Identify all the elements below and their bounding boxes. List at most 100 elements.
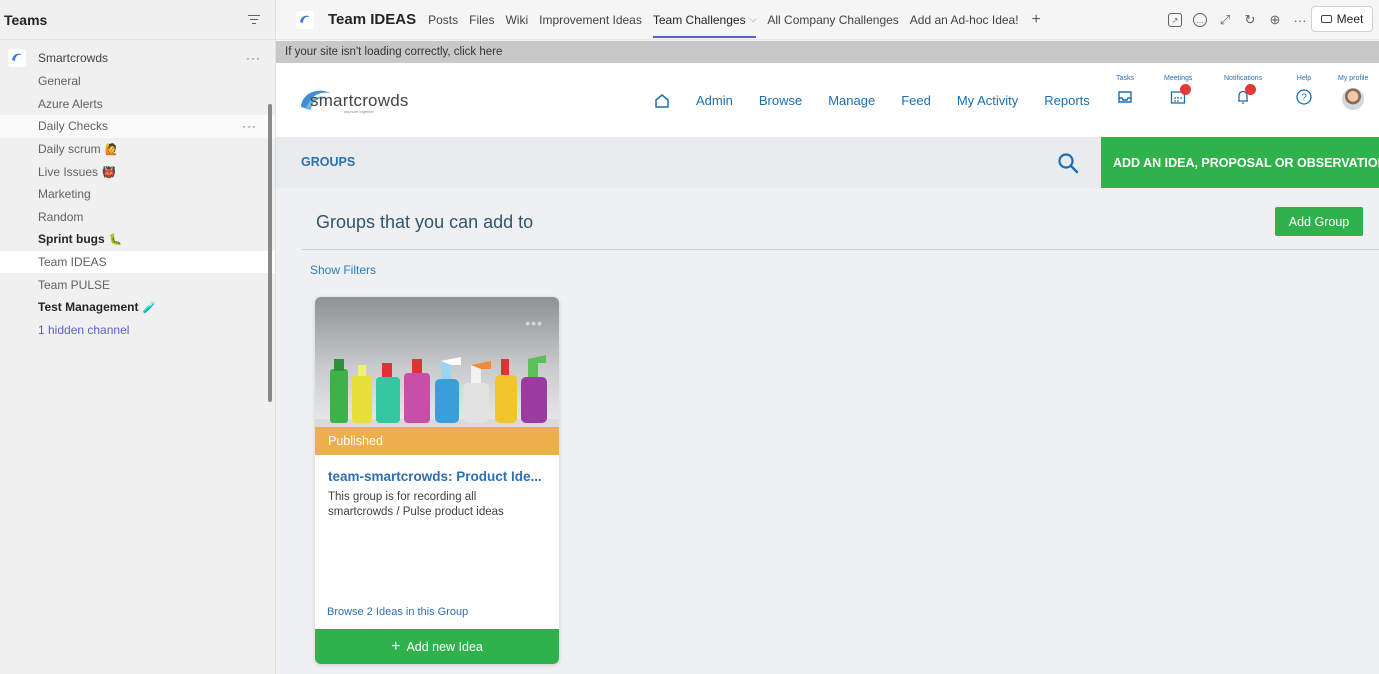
teams-header: Teams — [0, 0, 275, 40]
video-camera-icon — [1320, 15, 1332, 23]
channel-daily-scrum[interactable]: Daily scrum 🙋 — [0, 138, 275, 161]
team-smartcrowds[interactable]: Smartcrowds ··· — [0, 46, 275, 70]
tab-posts[interactable]: Posts — [428, 0, 458, 40]
site-loading-notice-link[interactable]: If your site isn't loading correctly, cl… — [276, 41, 1379, 63]
channel-azure-alerts[interactable]: Azure Alerts — [0, 93, 275, 116]
meet-button[interactable]: Meet — [1311, 6, 1373, 32]
test-tube-emoji-icon: 🧪 — [142, 302, 157, 315]
card-more-options-icon[interactable]: ••• — [525, 315, 543, 331]
channel-label: Daily scrum — [38, 142, 101, 157]
filter-icon[interactable] — [247, 14, 261, 25]
channel-marketing[interactable]: Marketing — [0, 183, 275, 206]
util-help[interactable]: Help ? — [1295, 75, 1313, 106]
add-tab-plus-icon[interactable]: + — [1032, 11, 1041, 29]
channel-test-management[interactable]: Test Management 🧪 — [0, 296, 275, 319]
nav-admin[interactable]: Admin — [696, 93, 733, 108]
meetings-notification-badge — [1180, 84, 1192, 95]
expand-icon[interactable]: ⤢ — [1218, 12, 1232, 27]
smartcrowds-logo[interactable]: smartcrowds improve together — [298, 85, 428, 115]
meet-label: Meet — [1336, 12, 1364, 26]
tasks-label: Tasks — [1116, 75, 1134, 82]
channel-label: Live Issues — [38, 164, 99, 179]
main-content: Groups that you can add to Add Group Sho… — [276, 188, 1379, 674]
team-more-options-icon[interactable]: ··· — [246, 51, 265, 65]
tab-files[interactable]: Files — [469, 0, 494, 40]
channel-random[interactable]: Random — [0, 206, 275, 229]
nav-reports[interactable]: Reports — [1044, 93, 1090, 108]
channel-live-issues[interactable]: Live Issues 👹 — [0, 160, 275, 183]
nav-my-activity[interactable]: My Activity — [957, 93, 1018, 108]
avatar — [1342, 88, 1365, 110]
channel-daily-checks[interactable]: Daily Checks ··· — [0, 115, 275, 138]
logo-text: smartcrowds — [310, 91, 409, 110]
team-name: Smartcrowds — [38, 51, 109, 65]
show-filters-link[interactable]: Show Filters — [310, 263, 376, 277]
popout-icon[interactable]: ↗ — [1168, 13, 1182, 27]
plus-icon: + — [391, 637, 401, 655]
smartcrowds-header: smartcrowds improve together Admin Brows… — [276, 63, 1379, 137]
app-title: Team IDEAS — [328, 11, 417, 28]
section-title: Groups that you can add to — [316, 212, 534, 232]
channel-sprint-bugs[interactable]: Sprint bugs 🐛 — [0, 228, 275, 251]
tab-add-ad-hoc-idea[interactable]: Add an Ad-hoc Idea! — [910, 0, 1019, 40]
search-icon[interactable] — [1057, 152, 1079, 174]
util-my-profile[interactable]: My profile — [1338, 75, 1368, 110]
smartcrowds-team-logo-icon — [8, 49, 26, 67]
groups-heading[interactable]: GROUPS — [301, 155, 355, 169]
bug-emoji-icon: 🐛 — [108, 234, 123, 247]
teams-sidebar: Teams Smartcrowds ··· General Azure Aler… — [0, 0, 276, 674]
smartcrowds-nav: Admin Browse Manage Feed My Activity Rep… — [654, 63, 1116, 137]
meetings-label: Meetings — [1164, 75, 1193, 82]
ogre-emoji-icon: 👹 — [102, 166, 116, 179]
bell-icon — [1234, 84, 1257, 106]
help-question-icon: ? — [1295, 88, 1313, 106]
group-description: This group is for recording all smartcro… — [328, 491, 504, 518]
tab-improvement-ideas[interactable]: Improvement Ideas — [539, 0, 642, 40]
divider — [302, 249, 1379, 250]
teams-title: Teams — [4, 11, 48, 28]
conversation-icon[interactable]: … — [1193, 13, 1207, 27]
util-tasks[interactable]: Tasks — [1116, 75, 1134, 106]
add-idea-proposal-observation-button[interactable]: ADD AN IDEA, PROPOSAL OR OBSERVATION — [1101, 137, 1379, 188]
inbox-tray-icon — [1116, 88, 1134, 106]
chevron-down-icon: ⌵ — [749, 14, 757, 24]
channel-label: Sprint bugs — [38, 232, 105, 247]
raising-hand-emoji-icon: 🙋 — [104, 144, 119, 157]
channel-list: General Azure Alerts Daily Checks ··· Dai… — [0, 70, 275, 341]
sidebar-scrollbar[interactable] — [268, 104, 272, 402]
util-notifications[interactable]: Notifications — [1224, 75, 1262, 106]
globe-icon[interactable]: ⊕ — [1268, 12, 1282, 27]
nav-manage[interactable]: Manage — [828, 93, 875, 108]
help-label: Help — [1296, 75, 1312, 82]
channel-label: Test Management — [38, 300, 139, 315]
hidden-channels-link[interactable]: 1 hidden channel — [0, 319, 275, 342]
browse-ideas-link[interactable]: Browse 2 Ideas in this Group — [327, 606, 468, 618]
add-new-idea-button[interactable]: + Add new Idea — [315, 629, 559, 664]
tab-label: Team Challenges — [652, 12, 746, 27]
more-options-icon[interactable]: ··· — [1293, 13, 1307, 28]
notifications-label: Notifications — [1224, 75, 1263, 82]
channel-general[interactable]: General — [0, 70, 275, 93]
group-card[interactable]: ••• Published team-smartcrowds: Product … — [315, 297, 559, 664]
channel-more-options-icon[interactable]: ··· — [242, 119, 261, 133]
channel-team-ideas[interactable]: Team IDEAS — [0, 250, 275, 274]
my-profile-label: My profile — [1338, 75, 1369, 82]
logo-tagline: improve together — [344, 109, 375, 114]
tab-actions: ↗ … ⤢ ↻ ⊕ ··· — [1168, 0, 1307, 40]
group-cover-image: ••• — [315, 297, 559, 427]
app-logo-icon — [296, 10, 314, 29]
nav-browse[interactable]: Browse — [759, 93, 802, 108]
status-badge: Published — [315, 427, 559, 455]
tab-all-company-challenges[interactable]: All Company Challenges — [767, 0, 898, 40]
svg-text:?: ? — [1301, 93, 1307, 104]
group-title-link[interactable]: team-smartcrowds: Product Ide... — [315, 455, 559, 484]
tab-wiki[interactable]: Wiki — [505, 0, 528, 40]
tab-team-challenges[interactable]: Team Challenges ⌵ — [652, 0, 757, 40]
reload-icon[interactable]: ↻ — [1243, 12, 1257, 27]
util-meetings[interactable]: Meetings — [1164, 75, 1192, 106]
nav-feed[interactable]: Feed — [901, 93, 931, 108]
add-group-button[interactable]: Add Group — [1275, 207, 1363, 236]
home-icon[interactable] — [654, 93, 670, 108]
notifications-badge — [1245, 84, 1257, 95]
channel-team-pulse[interactable]: Team PULSE — [0, 273, 275, 296]
